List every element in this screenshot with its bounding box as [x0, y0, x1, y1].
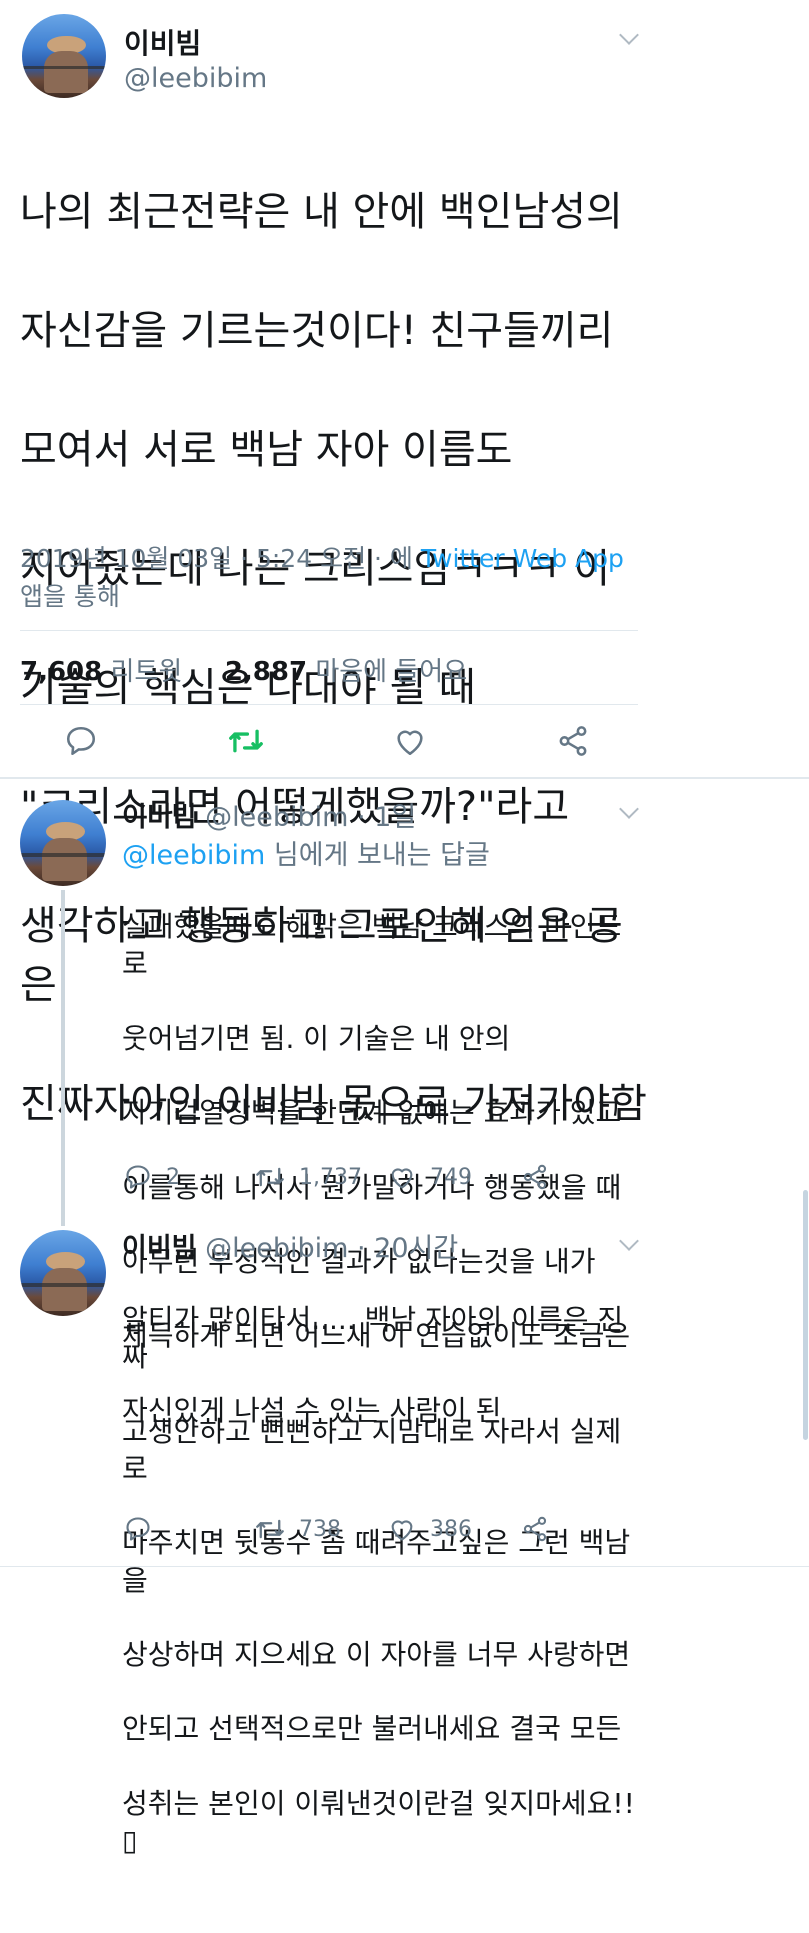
like-icon [397, 730, 423, 756]
avatar[interactable] [20, 800, 106, 886]
chevron-down-icon[interactable] [619, 25, 639, 45]
scrollbar[interactable] [803, 1190, 808, 1440]
reply-line: 고생안하고 뻔뻔하고 지맘대로 자라서 실제로 [122, 1414, 622, 1486]
retweet-icon [256, 1167, 284, 1187]
reply-icon [126, 1165, 150, 1189]
display-name[interactable]: 이비빔 [122, 1233, 197, 1264]
retweet-icon [256, 1519, 284, 1539]
reply-line: 안되고 선택적으로만 불러내세요 결국 모든 [122, 1712, 622, 1746]
share-icon [523, 1164, 547, 1190]
display-name[interactable]: 이비빔 [122, 802, 197, 833]
reply-text: 알티가 많이타서..... 백남 자아의 이름은 진짜 고생안하고 뻔뻔하고 지… [122, 1264, 642, 1896]
retweet-stat[interactable]: 7,608 리트윗 [20, 657, 182, 687]
tweet-stats: 7,608 리트윗 2,887 마음에 들어요 [20, 651, 467, 688]
like-button[interactable]: 386 [388, 1515, 472, 1543]
reply-count: 2 [166, 1164, 180, 1190]
display-name[interactable]: 이비빔 [124, 22, 201, 62]
timestamp-text: 2019년 10월 03일 · 5:24 오전 · 에 [20, 544, 421, 573]
divider [20, 630, 638, 631]
reply-line: 자기검열장벽을 한단계 없애는 효과가 있고 [122, 1096, 622, 1130]
thread-line [61, 890, 65, 1226]
retweet-button[interactable]: 1,737 [255, 1163, 362, 1191]
share-button[interactable] [521, 1163, 549, 1191]
reply-line: 실패했을때도 해맑은 백남 크리스의 마인드로 [122, 910, 622, 981]
reply-header: 이비빔 @leebibim · 20시간 [122, 1226, 458, 1265]
share-icon [523, 1516, 547, 1542]
reply-line: 상상하며 지으세요 이 자아를 너무 사랑하면 [122, 1638, 631, 1672]
like-label: 마음에 들어요 [315, 657, 468, 687]
like-icon [391, 1168, 413, 1189]
reply-line: 이를통해 나서서 뭔가말하거나 행동했을 때 [122, 1170, 622, 1204]
like-button[interactable]: 749 [388, 1163, 472, 1191]
timestamp-suffix: 앱을 통해 [20, 582, 120, 611]
reply-line: 마주치면 뒷통수 좀 때려주고싶은 그런 백남을 [122, 1526, 631, 1597]
reply-to-label: 님에게 보내는 답글 [265, 840, 490, 871]
like-count: 386 [430, 1516, 472, 1542]
section-divider [0, 777, 809, 779]
reply-header: 이비빔 @leebibim · 1일 [122, 795, 416, 834]
reply-button[interactable]: 2 [124, 1163, 180, 1191]
like-icon [391, 1520, 413, 1541]
handle-time[interactable]: @leebibim · 20시간 [205, 1233, 458, 1264]
retweet-button[interactable] [228, 724, 264, 758]
reply-to-handle[interactable]: @leebibim [122, 840, 265, 871]
retweet-count: 7,608 [20, 657, 103, 687]
retweet-label: 리트윗 [110, 657, 183, 687]
retweet-icon [229, 729, 263, 753]
avatar[interactable] [22, 14, 106, 98]
divider [20, 704, 638, 705]
reply-line: 알티가 많이타서..... 백남 자아의 이름은 진짜 [122, 1303, 624, 1374]
replying-to: @leebibim 님에게 보내는 답글 [122, 833, 490, 872]
retweet-button[interactable]: 738 [255, 1515, 341, 1543]
reply-button[interactable] [124, 1515, 152, 1543]
reply-icon [66, 726, 96, 756]
like-button[interactable] [393, 724, 427, 758]
share-icon [559, 726, 587, 756]
reply-icon [126, 1517, 150, 1541]
avatar[interactable] [20, 1230, 106, 1316]
source-app-link[interactable]: Twitter Web App [421, 544, 624, 573]
tweet-line: 나의 최근전략은 내 안에 백인남성의 [20, 188, 623, 235]
tweet-line: 자신감을 기르는것이다! 친구들끼리 [20, 307, 614, 354]
tweet-timestamp: 2019년 10월 03일 · 5:24 오전 · 에 Twitter Web … [20, 540, 640, 616]
like-stat[interactable]: 2,887 마음에 들어요 [225, 657, 467, 687]
retweet-count: 738 [299, 1516, 341, 1542]
reply-line: 성취는 본인이 이뤄낸것이란걸 잊지마세요!! ▯ [122, 1786, 635, 1858]
like-count: 2,887 [224, 657, 308, 687]
like-count: 749 [430, 1164, 472, 1190]
share-button[interactable] [556, 724, 590, 758]
retweet-count: 1,737 [299, 1164, 362, 1190]
divider [0, 1566, 809, 1567]
share-button[interactable] [521, 1515, 549, 1543]
handle-time[interactable]: @leebibim · 1일 [205, 802, 416, 833]
reply-button[interactable] [64, 724, 98, 758]
tweet-line: 모여서 서로 백남 자아 이름도 [20, 426, 513, 473]
reply-line: 웃어넘기면 됨. 이 기술은 내 안의 [122, 1021, 511, 1055]
handle[interactable]: @leebibim [124, 63, 267, 94]
